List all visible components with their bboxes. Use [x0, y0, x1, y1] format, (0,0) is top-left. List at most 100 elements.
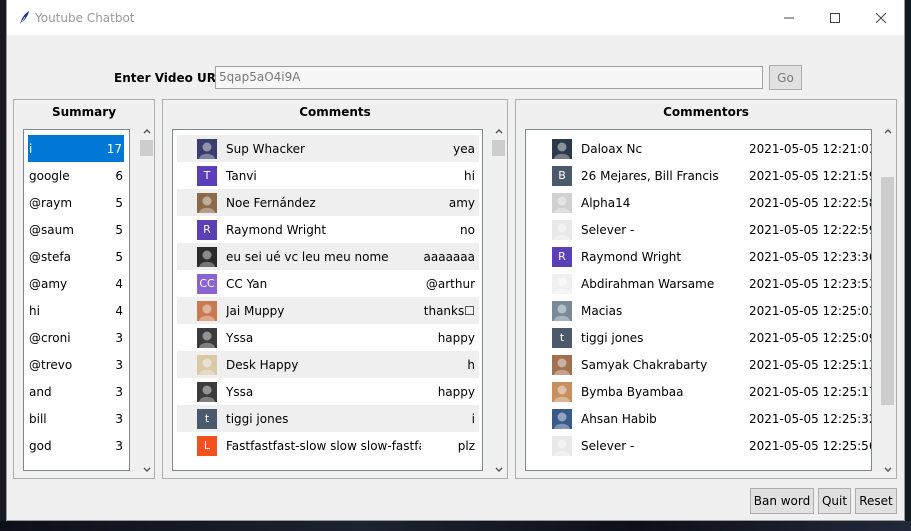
maximize-button[interactable] [812, 0, 858, 35]
comment-row[interactable]: eu sei ué vc leu meu nome aaaaaaa [177, 243, 479, 270]
comment-text: thanks☐ [423, 303, 475, 318]
close-button[interactable] [858, 0, 904, 35]
summary-count: 4 [115, 303, 123, 318]
commentor-timestamp: 2021-05-05 12:22:58 [749, 195, 872, 210]
commentor-timestamp: 2021-05-05 12:25:32 [749, 411, 872, 426]
commentor-timestamp: 2021-05-05 12:25:03 [749, 303, 872, 318]
commentor-row[interactable]: B 26 Mejares, Bill Francis 2021-05-05 12:2… [530, 162, 871, 189]
comment-row[interactable]: Jai Muppy thanks☐ [177, 297, 479, 324]
comment-row[interactable]: T Tanvi hi [177, 162, 479, 189]
comments-list[interactable]: Sup Whacker yea T Tanvi h i Noe Fernández amy R R… [172, 129, 483, 471]
quit-button[interactable]: Quit [818, 488, 851, 514]
commentor-row[interactable]: Samyak Chakrabarty 2021-05-05 12:25:13 [530, 351, 871, 378]
scroll-up-icon[interactable] [879, 122, 896, 139]
summary-term: @saum [29, 222, 74, 237]
summary-item[interactable]: bill 3 [24, 405, 129, 432]
commentor-row[interactable]: t tiggi jones 2021-05-05 12:25:09 [530, 324, 871, 351]
summary-item[interactable]: @raym 5 [24, 189, 129, 216]
avatar-photo [552, 300, 572, 321]
comment-author: eu sei ué vc leu meu nome [226, 249, 389, 264]
comment-row[interactable]: Noe Fernández amy [177, 189, 479, 216]
summary-item[interactable]: @croni 3 [24, 324, 129, 351]
summary-count: 6 [115, 168, 123, 183]
summary-item[interactable]: @stefa 5 [24, 243, 129, 270]
summary-item[interactable]: hi 4 [24, 297, 129, 324]
summary-count: 17 [106, 141, 122, 156]
summary-term: god [29, 438, 52, 453]
comment-row[interactable]: Yssa happy [177, 324, 479, 351]
comment-text: h [467, 357, 475, 372]
commentor-row[interactable]: Bymba Byambaa 2021-05-05 12:25:17 [530, 378, 872, 405]
summary-item[interactable]: and 3 [24, 378, 129, 405]
commentor-name: tiggi jones [581, 330, 644, 345]
summary-list[interactable]: i 17 google 6 @raym 5 @saum 5 @stefa 5 @amy 4 hi 4 @cr… [23, 129, 130, 471]
summary-term: @trevo [29, 357, 73, 372]
comment-author: Tanvi [226, 168, 257, 183]
commentors-scroll-thumb[interactable] [881, 177, 894, 405]
commentors-panel: Commentors Daloax Nc 2021-05-05 12:21:03 B… [515, 99, 897, 479]
commentor-row[interactable]: R Raymond Wright 2021-05-05 12:23:36 [530, 243, 872, 270]
summary-item[interactable]: @saum 5 [24, 216, 129, 243]
avatar-photo [197, 354, 217, 375]
app-window: Youtube Chatbot Enter Video URL: 5qap5aO… [6, 0, 905, 521]
commentor-row[interactable]: Ahsan Habib 2021-05-05 12:25:32 [530, 405, 872, 432]
minimize-button[interactable] [766, 0, 812, 35]
comment-author: Noe Fernández [226, 195, 316, 210]
commentors-list[interactable]: Daloax Nc 2021-05-05 12:21:03 B 26 Mejares,… [525, 129, 872, 471]
summary-item[interactable]: google 6 [24, 162, 129, 189]
commentor-row[interactable]: Selever - 2021-05-05 12:22:59 [530, 216, 871, 243]
comment-row[interactable]: Sup Whacker yea [177, 135, 479, 162]
summary-term: google [29, 168, 70, 183]
comment-text: i [471, 411, 475, 426]
avatar-initial: R [197, 219, 217, 240]
comment-row[interactable]: Desk Happy h [177, 351, 479, 378]
comment-author: Fastfastfast-slow slow slow-fastfast [226, 438, 421, 453]
comment-row[interactable]: L Fastfastfast-slow slow slow-fastfast plz [177, 432, 479, 459]
commentor-row[interactable]: Daloax Nc 2021-05-05 12:21:03 [530, 135, 871, 162]
scroll-up-icon[interactable] [138, 122, 155, 139]
comment-row[interactable]: t tiggi jones i [177, 405, 479, 432]
avatar-photo [552, 219, 572, 240]
commentor-timestamp: 2021-05-05 12:23:36 [749, 249, 872, 264]
commentors-scrollbar[interactable] [879, 122, 896, 478]
scroll-up-icon[interactable] [490, 122, 507, 139]
commentor-name: Selever - [581, 222, 635, 237]
avatar-photo [552, 408, 572, 429]
scroll-down-icon[interactable] [138, 461, 155, 478]
summary-term: hi [29, 303, 40, 318]
summary-panel: Summary i 17 google 6 @raym 5 @saum 5 @stefa 5 @am… [13, 99, 155, 479]
summary-item[interactable]: god 3 [24, 432, 129, 459]
commentor-row[interactable]: Abdirahman Warsame 2021-05-05 12:23:53 [530, 270, 871, 297]
scroll-down-icon[interactable] [879, 461, 896, 478]
summary-term: bill [29, 411, 47, 426]
comments-scroll-thumb[interactable] [492, 140, 505, 156]
summary-scroll-thumb[interactable] [140, 140, 153, 156]
commentor-timestamp: 2021-05-05 12:25:17 [749, 384, 872, 399]
video-url-input[interactable]: 5qap5aO4i9A [215, 66, 763, 89]
ban-word-button[interactable]: Ban word [750, 488, 814, 514]
reset-button[interactable]: Reset [855, 488, 897, 514]
summary-item[interactable]: @amy 4 [24, 270, 129, 297]
avatar-initial: T [197, 165, 217, 186]
summary-scrollbar[interactable] [138, 122, 155, 478]
comment-author: Raymond Wright [226, 222, 327, 237]
summary-term: @amy [29, 276, 68, 291]
go-button[interactable]: Go [769, 65, 802, 90]
avatar-photo [197, 300, 217, 321]
commentor-row[interactable]: Alpha14 2021-05-05 12:22:58 [530, 189, 872, 216]
summary-item[interactable]: i 17 [28, 135, 124, 162]
comment-author: tiggi jones [226, 411, 289, 426]
comment-row[interactable]: R Raymond Wright no [177, 216, 479, 243]
comment-row[interactable]: Yssa happy [177, 378, 479, 405]
scroll-down-icon[interactable] [490, 461, 507, 478]
avatar-initial: R [552, 246, 572, 267]
comment-author: Jai Muppy [226, 303, 285, 318]
comment-row[interactable]: CC CC Yan @arthur [177, 270, 479, 297]
summary-item[interactable]: @trevo 3 [24, 351, 129, 378]
comments-scrollbar[interactable] [490, 122, 507, 478]
comment-text: plz [457, 438, 475, 453]
comment-text: yea [453, 141, 475, 156]
commentor-row[interactable]: Selever - 2021-05-05 12:25:56 [530, 432, 871, 459]
commentor-row[interactable]: Macias 2021-05-05 12:25:03 [530, 297, 872, 324]
title-bar[interactable]: Youtube Chatbot [7, 0, 904, 35]
